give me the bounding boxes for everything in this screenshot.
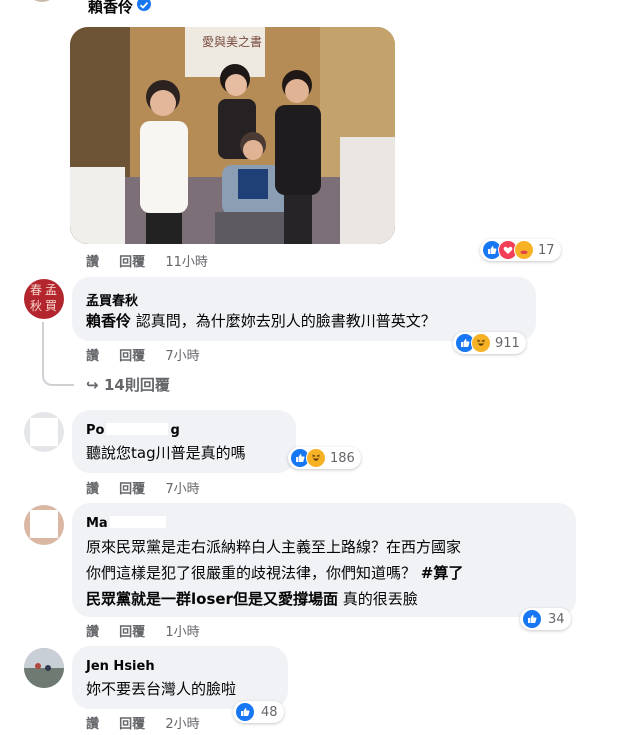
- mention-link[interactable]: 賴香伶: [86, 312, 131, 330]
- comment-text: 賴香伶 認真問，為什麼妳去別人的臉書教川普英文？: [86, 312, 436, 330]
- avatar-photo: [24, 648, 64, 688]
- like-reaction-icon: [522, 609, 542, 629]
- commenter-name[interactable]: Jen Hsieh: [86, 659, 155, 674]
- reply-button[interactable]: 回覆: [119, 717, 145, 732]
- banner-text: 愛與美之書: [202, 35, 263, 49]
- comment-actions: 讚 回覆 7小時: [86, 478, 216, 497]
- comment-text-line: 民眾黨就是一群loser但是又愛撐場面 真的很丟臉: [86, 590, 418, 608]
- hashtag-link[interactable]: 民眾黨就是一群loser但是又愛撐場面: [86, 590, 338, 608]
- like-button[interactable]: 讚: [86, 255, 99, 270]
- care-reaction-icon: [514, 240, 534, 260]
- avatar-redacted: [30, 510, 58, 538]
- comment-actions: 讚 回覆 2小時: [86, 713, 216, 732]
- name-redaction: [106, 423, 169, 435]
- attached-photo[interactable]: 愛與美之書: [70, 27, 395, 244]
- commenter-avatar[interactable]: [24, 648, 64, 688]
- reply-button[interactable]: 回覆: [119, 625, 145, 640]
- timestamp[interactable]: 11小時: [165, 255, 208, 270]
- reaction-summary[interactable]: 186: [288, 447, 361, 469]
- reaction-summary[interactable]: 911: [453, 332, 526, 354]
- like-button[interactable]: 讚: [86, 349, 99, 364]
- commenter-name[interactable]: 孟買春秋: [86, 290, 138, 309]
- commenter-avatar[interactable]: [24, 412, 64, 452]
- reaction-count: 48: [261, 704, 278, 720]
- avatar-redacted: [30, 418, 58, 446]
- comment-text: 妳不要丟台灣人的臉啦: [86, 680, 237, 698]
- timestamp[interactable]: 7小時: [165, 482, 199, 497]
- timestamp[interactable]: 2小時: [165, 717, 199, 732]
- verified-badge-icon: [137, 0, 151, 11]
- photo-actions: 讚 回覆 11小時: [86, 251, 224, 270]
- comment-text-line: 原來民眾黨是走右派納粹白人主義至上路線？在西方國家: [86, 538, 462, 556]
- comment-actions: 讚 回覆 1小時: [86, 621, 216, 640]
- commenter-avatar[interactable]: [24, 505, 64, 545]
- comment-actions: 讚 回覆 7小時: [86, 345, 216, 364]
- commenter-name[interactable]: Ma: [86, 516, 166, 531]
- timestamp[interactable]: 7小時: [165, 349, 199, 364]
- comment-text: 聽說您tag川普是真的嗎: [86, 444, 246, 462]
- reaction-count: 17: [538, 242, 555, 258]
- hashtag-link[interactable]: #算了: [421, 564, 464, 582]
- reaction-count: 186: [330, 450, 355, 466]
- commenter-name[interactable]: Po g: [86, 423, 180, 438]
- photo-scene: [70, 27, 395, 244]
- top-author-name[interactable]: 賴香伶: [88, 0, 133, 17]
- commenter-avatar[interactable]: 春 孟 秋 買: [24, 279, 64, 319]
- like-button[interactable]: 讚: [86, 482, 99, 497]
- avatar-seal-text: 春 孟 秋 買: [30, 283, 58, 313]
- reply-button[interactable]: 回覆: [119, 349, 145, 364]
- timestamp[interactable]: 1小時: [165, 625, 199, 640]
- reply-arrow-icon: ↪: [86, 376, 99, 394]
- haha-reaction-icon: [306, 448, 326, 468]
- reaction-summary[interactable]: 48: [233, 701, 284, 723]
- top-author-avatar[interactable]: [26, 0, 58, 2]
- reaction-summary[interactable]: 34: [520, 608, 571, 630]
- comment-text-line: 你們這樣是犯了很嚴重的歧視法律，你們知道嗎？ #算了: [86, 564, 464, 582]
- reaction-count: 911: [495, 335, 520, 351]
- reaction-count: 34: [548, 611, 565, 627]
- like-button[interactable]: 讚: [86, 625, 99, 640]
- view-replies-link[interactable]: ↪ 14則回覆: [86, 374, 170, 395]
- reaction-summary[interactable]: 17: [480, 239, 561, 261]
- haha-reaction-icon: [471, 333, 491, 353]
- name-redaction: [109, 516, 166, 528]
- reply-button[interactable]: 回覆: [119, 482, 145, 497]
- like-button[interactable]: 讚: [86, 717, 99, 732]
- like-reaction-icon: [235, 702, 255, 722]
- reply-button[interactable]: 回覆: [119, 255, 145, 270]
- thread-connector: [42, 322, 74, 386]
